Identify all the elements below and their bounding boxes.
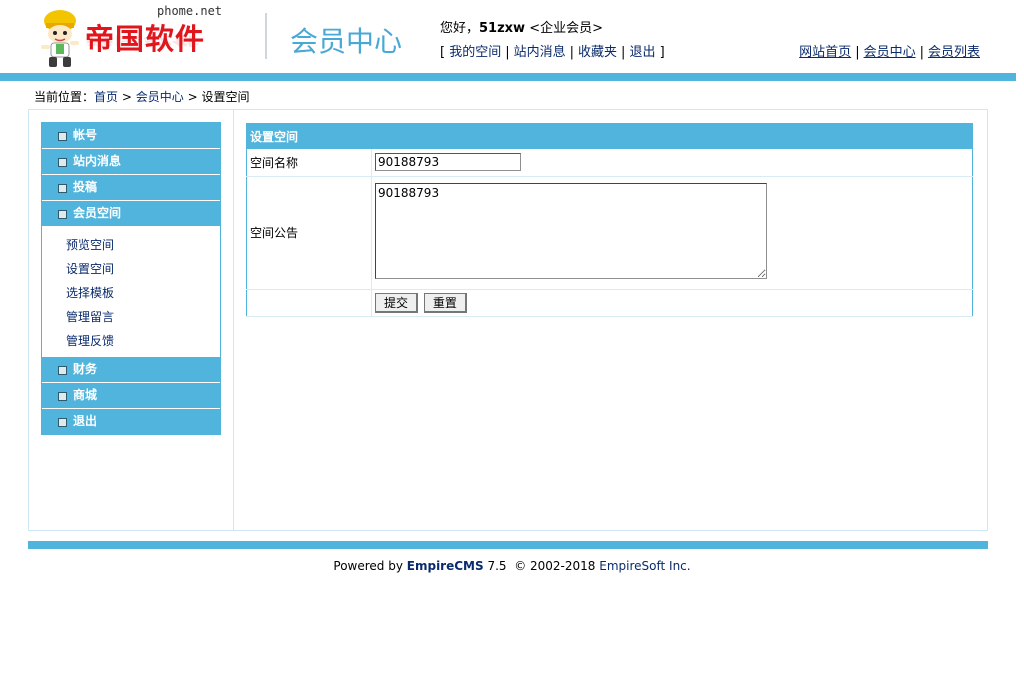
sidebar-item-member-space[interactable]: 会员空间	[42, 201, 220, 227]
sidebar-item-shop[interactable]: 商城	[42, 383, 220, 409]
greeting-prefix: 您好，	[440, 21, 480, 36]
footer-bar	[28, 541, 988, 549]
main-panel: 帐号 站内消息 投稿 会员空间 预览空间 设置空间 选择模板 管理留言 管理反馈…	[28, 109, 988, 531]
link-my-space[interactable]: 我的空间	[449, 45, 501, 60]
content: 设置空间 空间名称 空间公告 90188793 提交 重置	[246, 123, 976, 317]
header-divider	[265, 13, 267, 59]
user-links: [ 我的空间 | 站内消息 | 收藏夹 | 退出 ]	[440, 45, 665, 60]
reset-button[interactable]: 重置	[423, 292, 467, 313]
sidebar-item-finance[interactable]: 财务	[42, 357, 220, 383]
mascot-icon	[41, 10, 79, 67]
sidebar-subitem-preview-space[interactable]: 预览空间	[42, 233, 220, 257]
square-bullet-icon	[58, 210, 67, 219]
sidebar-item-messages[interactable]: 站内消息	[42, 149, 220, 175]
space-name-label: 空间名称	[246, 149, 372, 177]
notice-label: 空间公告	[246, 176, 372, 290]
square-bullet-icon	[58, 418, 67, 427]
sidebar: 帐号 站内消息 投稿 会员空间 预览空间 设置空间 选择模板 管理留言 管理反馈…	[29, 110, 234, 530]
sidebar-item-account[interactable]: 帐号	[42, 123, 220, 149]
notice-textarea[interactable]: 90188793	[375, 183, 767, 279]
footer-product-link[interactable]: EmpireCMS	[407, 559, 484, 573]
breadcrumb-member-center[interactable]: 会员中心	[136, 90, 184, 104]
sidebar-subitem-select-template[interactable]: 选择模板	[42, 281, 220, 305]
site-links: 网站首页 | 会员中心 | 会员列表	[799, 45, 980, 60]
form-title: 设置空间	[246, 123, 973, 149]
sidebar-subitem-set-space[interactable]: 设置空间	[42, 257, 220, 281]
logo[interactable]: phome.net 帝国软件 帝国软件	[37, 4, 232, 70]
link-member-list[interactable]: 会员列表	[928, 45, 980, 60]
square-bullet-icon	[58, 132, 67, 141]
link-messages[interactable]: 站内消息	[514, 45, 566, 60]
user-greeting: 您好，51zxw <企业会员>	[440, 17, 603, 36]
sidebar-subitem-manage-messages[interactable]: 管理留言	[42, 305, 220, 329]
footer: Powered by EmpireCMS 7.5 © 2002-2018 Emp…	[333, 559, 691, 573]
submit-button[interactable]: 提交	[375, 292, 419, 313]
header-bar	[0, 73, 1016, 81]
breadcrumb: 当前位置：首页 > 会员中心 > 设置空间	[34, 90, 250, 104]
link-favorites[interactable]: 收藏夹	[578, 45, 617, 60]
space-settings-form: 设置空间 空间名称 空间公告 90188793 提交 重置	[246, 123, 973, 317]
sidebar-submenu-member-space: 预览空间 设置空间 选择模板 管理留言 管理反馈	[42, 227, 220, 357]
space-name-input[interactable]	[375, 153, 521, 172]
page-title: 会员中心	[290, 25, 403, 58]
user-group: <企业会员>	[529, 21, 604, 36]
link-site-home[interactable]: 网站首页	[799, 45, 851, 60]
sidebar-item-logout[interactable]: 退出	[42, 409, 220, 434]
header: phome.net 帝国软件 帝国软件 会员中心 您好，51zxw <企业会员>…	[0, 0, 1024, 74]
sidebar-item-submit[interactable]: 投稿	[42, 175, 220, 201]
link-member-center[interactable]: 会员中心	[864, 45, 916, 60]
square-bullet-icon	[58, 184, 67, 193]
footer-company-link[interactable]: EmpireSoft Inc.	[599, 559, 690, 573]
username: 51zxw	[479, 21, 526, 36]
breadcrumb-current: 设置空间	[201, 90, 250, 104]
link-logout[interactable]: 退出	[629, 45, 655, 60]
breadcrumb-prefix: 当前位置：	[34, 90, 95, 104]
sidebar-menu: 帐号 站内消息 投稿 会员空间 预览空间 设置空间 选择模板 管理留言 管理反馈…	[41, 122, 221, 435]
square-bullet-icon	[58, 392, 67, 401]
square-bullet-icon	[58, 158, 67, 167]
square-bullet-icon	[58, 366, 67, 375]
logo-reflection: 帝国软件	[85, 34, 202, 48]
sidebar-subitem-manage-feedback[interactable]: 管理反馈	[42, 329, 220, 353]
breadcrumb-home[interactable]: 首页	[94, 90, 118, 104]
